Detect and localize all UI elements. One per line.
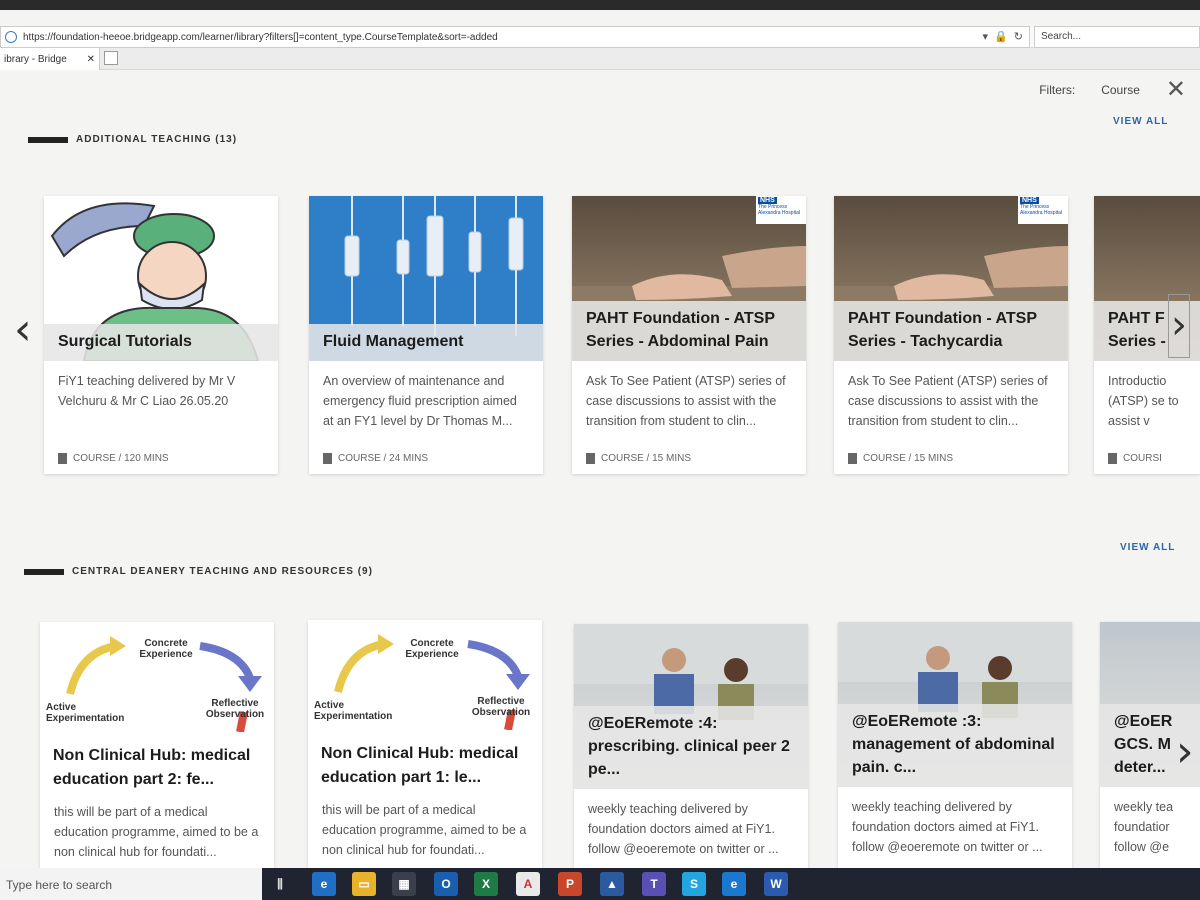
card-title: Surgical Tutorials: [44, 324, 278, 361]
card-title: Non Clinical Hub: medical education part…: [321, 745, 519, 786]
card-meta: COURSE / 24 MINS: [338, 453, 429, 464]
card-description: weekly teaching delivered by foundation …: [852, 800, 1043, 854]
store-icon[interactable]: ▦: [392, 872, 416, 896]
section-title: CENTRAL DEANERY TEACHING AND RESOURCES (…: [72, 566, 373, 577]
card-title: @EoERemote :4: prescribing. clinical pee…: [574, 706, 808, 789]
book-icon: [58, 453, 67, 464]
clear-filter-icon[interactable]: ✕: [1166, 78, 1186, 102]
url-text: https://foundation-heeoe.bridgeapp.com/l…: [23, 31, 498, 43]
iv-bags-image: Fluid Management: [309, 196, 543, 361]
browser-search-input[interactable]: Search...: [1034, 26, 1200, 48]
tab-bar: ibrary - Bridge ✕: [0, 48, 1200, 70]
card-meta: COURSE / 15 MINS: [601, 453, 692, 464]
kolb-concrete-label: Concrete Experience: [139, 638, 193, 660]
tab-close-icon[interactable]: ✕: [87, 54, 95, 65]
card-description: Ask To See Patient (ATSP) series of case…: [586, 374, 786, 428]
kolb-reflective-label: Reflective Observation: [471, 696, 531, 718]
nhs-logo: NHS The Princess Alexandra Hospital: [756, 196, 806, 224]
surgeon-illustration: Surgical Tutorials: [44, 196, 278, 361]
tab-title: ibrary - Bridge: [4, 54, 67, 65]
book-icon: [586, 453, 595, 464]
doctors-photo: @EoERemote :4: prescribing. clinical pee…: [574, 624, 808, 789]
course-card[interactable]: @EoERemote :3: management of abdominal p…: [838, 622, 1072, 868]
view-all-link[interactable]: VIEW ALL: [1120, 542, 1175, 553]
nhs-logo: NHS The Princess Alexandra Hospital: [1018, 196, 1068, 224]
kolb-cycle-diagram: Concrete Experience Reflective Observati…: [308, 620, 542, 730]
course-card[interactable]: Concrete Experience Reflective Observati…: [308, 620, 542, 868]
dropdown-icon[interactable]: ▾: [983, 30, 989, 43]
card-description: Introductio (ATSP) se to assist v: [1108, 374, 1179, 428]
card-description: this will be part of a medical education…: [54, 805, 259, 859]
powerpoint-icon[interactable]: P: [558, 872, 582, 896]
refresh-icon[interactable]: ↻: [1014, 30, 1023, 43]
typing-hands-image: NHS The Princess Alexandra Hospital PAHT …: [834, 196, 1068, 361]
filters-bar: Filters: Course ✕: [1039, 78, 1186, 102]
windows-taskbar: Type here to search ⫼ e ▭ ▦ O X A P ▲ T …: [0, 868, 1200, 900]
globe-icon: [5, 31, 17, 43]
carousel-next-arrow[interactable]: ›: [1176, 730, 1194, 774]
book-icon: [1108, 453, 1117, 464]
carousel-prev-arrow[interactable]: ‹: [14, 308, 32, 352]
view-all-link[interactable]: VIEW ALL: [1113, 116, 1168, 127]
card-title: PAHT Foundation - ATSP Series - Abdomina…: [572, 301, 806, 361]
course-card[interactable]: @EoERemote :4: prescribing. clinical pee…: [574, 624, 808, 868]
card-title: @EoERemote :3: management of abdominal p…: [838, 704, 1072, 787]
teams-icon[interactable]: T: [642, 872, 666, 896]
card-description: FiY1 teaching delivered by Mr V Velchuru…: [58, 374, 236, 408]
file-explorer-icon[interactable]: ▭: [352, 872, 376, 896]
card-meta: COURSE / 120 MINS: [73, 453, 169, 464]
url-field[interactable]: https://foundation-heeoe.bridgeapp.com/l…: [0, 26, 1030, 48]
new-tab-button[interactable]: [104, 51, 118, 65]
section-header-central-deanery: CENTRAL DEANERY TEACHING AND RESOURCES (…: [24, 566, 373, 577]
card-title: Non Clinical Hub: medical education part…: [53, 747, 251, 788]
card-meta: COURSE / 15 MINS: [863, 453, 954, 464]
kolb-reflective-label: Reflective Observation: [205, 698, 265, 720]
filters-label: Filters:: [1039, 83, 1076, 97]
tab-bridge-library[interactable]: ibrary - Bridge ✕: [0, 48, 100, 70]
card-title: Fluid Management: [309, 324, 543, 361]
taskbar-search-input[interactable]: Type here to search: [0, 868, 262, 900]
photos-icon[interactable]: ▲: [600, 872, 624, 896]
filter-value: Course: [1101, 83, 1140, 97]
card-description: this will be part of a medical education…: [322, 803, 527, 857]
excel-icon[interactable]: X: [474, 872, 498, 896]
course-card[interactable]: Fluid Management An overview of maintena…: [309, 196, 543, 474]
course-card[interactable]: Surgical Tutorials FiY1 teaching deliver…: [44, 196, 278, 474]
pdf-icon[interactable]: A: [516, 872, 540, 896]
carousel-next-arrow[interactable]: ›: [1168, 294, 1190, 358]
course-card[interactable]: Concrete Experience Reflective Observati…: [40, 622, 274, 868]
book-icon: [848, 453, 857, 464]
card-meta: COURSI: [1123, 453, 1162, 464]
book-icon: [323, 453, 332, 464]
card-description: An overview of maintenance and emergency…: [323, 374, 517, 428]
kolb-concrete-label: Concrete Experience: [405, 638, 459, 660]
edge-icon[interactable]: e: [312, 872, 336, 896]
task-view-icon[interactable]: ⫼: [268, 872, 292, 896]
kolb-cycle-diagram: Concrete Experience Reflective Observati…: [40, 622, 274, 732]
outlook-icon[interactable]: O: [434, 872, 458, 896]
word-icon[interactable]: W: [764, 872, 788, 896]
section-header-additional-teaching: ADDITIONAL TEACHING (13): [28, 134, 237, 145]
internet-explorer-icon[interactable]: e: [722, 872, 746, 896]
course-card[interactable]: NHS The Princess Alexandra Hospital PAHT …: [834, 196, 1068, 474]
browser-address-bar: https://foundation-heeoe.bridgeapp.com/l…: [0, 26, 1200, 48]
typing-hands-image: NHS The Princess Alexandra Hospital PAHT …: [572, 196, 806, 361]
section-title: ADDITIONAL TEACHING (13): [76, 134, 238, 145]
course-card[interactable]: NHS The Princess Alexandra Hospital PAHT …: [572, 196, 806, 474]
kolb-active-label: Active Experimentation: [314, 700, 393, 722]
card-description: weekly teaching delivered by foundation …: [588, 802, 779, 856]
skype-icon[interactable]: S: [682, 872, 706, 896]
screen-bezel: [0, 0, 1200, 10]
card-description: weekly tea foundatior follow @e: [1114, 800, 1174, 854]
kolb-active-label: Active Experimentation: [46, 702, 125, 724]
card-description: Ask To See Patient (ATSP) series of case…: [848, 374, 1048, 428]
card-title: PAHT Foundation - ATSP Series - Tachycar…: [834, 301, 1068, 361]
lock-icon: 🔒: [994, 31, 1008, 43]
doctors-photo: @EoERemote :3: management of abdominal p…: [838, 622, 1072, 787]
